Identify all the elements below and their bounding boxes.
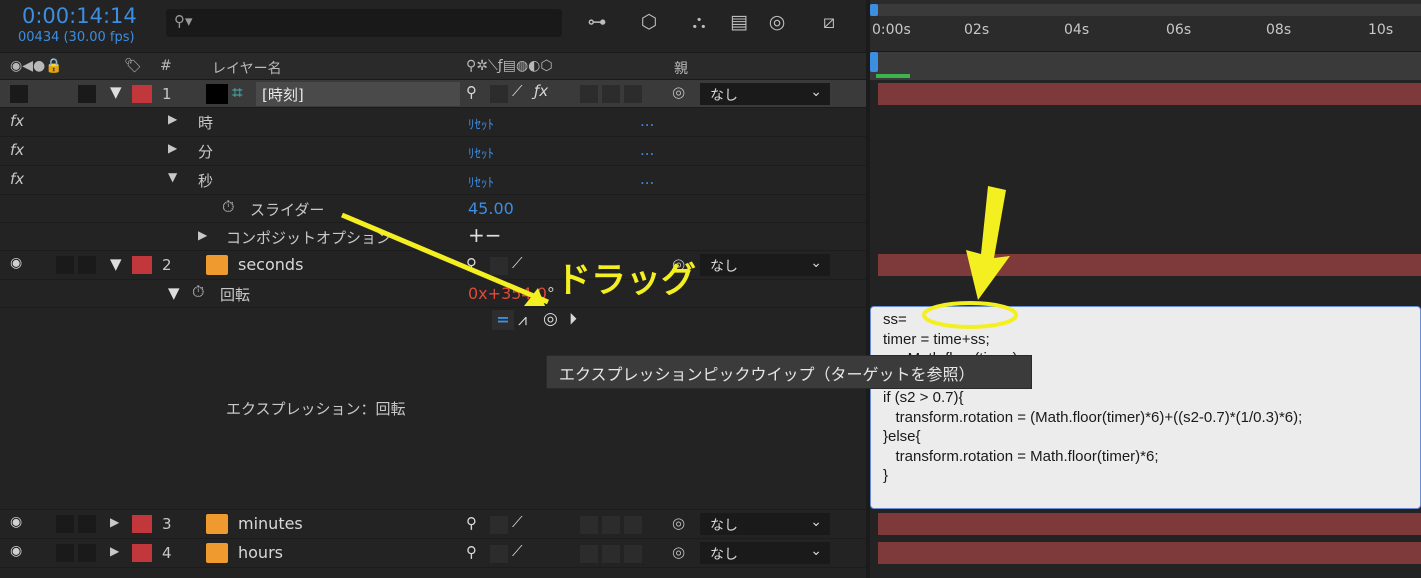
annotation-overlay: [341, 186, 1018, 329]
drag-annotation-label: ドラッグ: [556, 261, 697, 301]
target-highlight-ellipse: [922, 301, 1018, 329]
target-arrow-icon: [966, 186, 1010, 300]
drag-arrow-line: [341, 212, 549, 305]
